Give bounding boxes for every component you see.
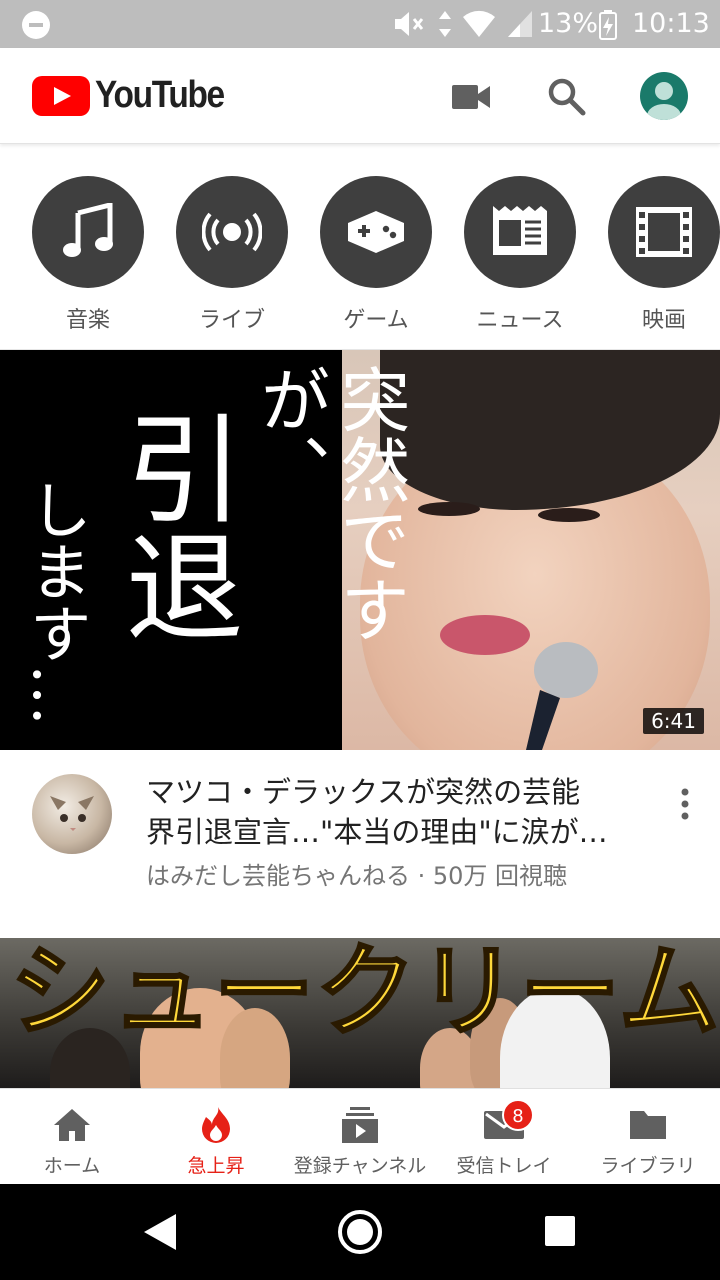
category-circle (608, 176, 720, 288)
category-music[interactable]: 音楽 (32, 176, 144, 334)
data-transfer-icon (439, 11, 451, 37)
microphone-image (526, 642, 598, 750)
system-navigation-bar (0, 1184, 720, 1280)
cell-signal-icon (508, 11, 532, 37)
live-broadcast-icon (202, 212, 262, 252)
status-bar: 13% 10:13 (0, 0, 720, 48)
logo-text: YouTube (95, 74, 225, 116)
thumbnail-caption: します… (19, 478, 92, 726)
video-title-line: マツコ・デラックスが突然の芸能 (146, 775, 581, 809)
video-duration: 6:41 (643, 708, 704, 734)
subscriptions-icon (342, 1107, 378, 1143)
thumbnail-caption: 突然ですが、 (249, 364, 411, 644)
app-bar: YouTube (0, 48, 720, 144)
nav-subscriptions[interactable]: 登録チャンネル (288, 1089, 432, 1185)
category-label: ライブ (198, 308, 265, 333)
trending-fire-icon (202, 1107, 230, 1143)
category-row: 音楽 ライブ ゲーム ニュース 映画 (0, 150, 720, 350)
thumbnail-lips (440, 615, 530, 655)
nav-inbox[interactable]: 8 受信トレイ (432, 1089, 576, 1185)
account-icon (647, 82, 681, 120)
video-thumbnail[interactable]: 突然ですが、 引退 します… 6:41 (0, 350, 720, 750)
search-icon[interactable] (546, 76, 588, 118)
thumbnail-caption: シュークリーム (9, 938, 720, 1050)
back-icon[interactable] (144, 1214, 176, 1250)
battery-percent: 13% (538, 8, 599, 39)
music-note-icon (63, 203, 113, 257)
category-circle (32, 176, 144, 288)
category-label: ゲーム (343, 308, 409, 333)
inbox-icon-wrap: 8 (484, 1099, 534, 1145)
category-label: 映画 (641, 308, 686, 333)
wifi-icon (463, 10, 495, 38)
recent-apps-icon[interactable] (545, 1216, 575, 1246)
home-icon (54, 1109, 90, 1141)
do-not-disturb-icon (22, 11, 50, 39)
nav-label: 受信トレイ (456, 1155, 552, 1177)
library-folder-icon (630, 1111, 666, 1139)
nav-library[interactable]: ライブラリ (576, 1089, 720, 1185)
gamepad-icon (348, 211, 404, 253)
cat-avatar-image (50, 796, 94, 831)
category-news[interactable]: ニュース (464, 176, 576, 334)
thumbnail-eye (418, 502, 480, 516)
category-gaming[interactable]: ゲーム (320, 176, 432, 334)
youtube-logo[interactable]: YouTube (32, 74, 241, 117)
nav-label: ライブラリ (600, 1155, 696, 1177)
nav-trending[interactable]: 急上昇 (144, 1089, 288, 1185)
thumbnail-eye (538, 508, 600, 522)
category-circle (464, 176, 576, 288)
battery-charging-icon (599, 10, 617, 40)
video-title[interactable]: マツコ・デラックスが突然の芸能 界引退宣言…"本当の理由"に涙が… (146, 772, 646, 852)
account-avatar[interactable] (640, 72, 688, 120)
nav-label: 急上昇 (187, 1155, 245, 1177)
video-thumbnail[interactable]: シュークリーム (0, 938, 720, 1088)
video-title-line: 界引退宣言…"本当の理由"に涙が… (146, 815, 608, 849)
inbox-badge: 8 (502, 1099, 534, 1131)
category-circle (176, 176, 288, 288)
nav-label: 登録チャンネル (293, 1155, 427, 1177)
newspaper-icon (493, 206, 547, 255)
youtube-play-icon (32, 75, 90, 116)
category-movies[interactable]: 映画 (608, 176, 720, 334)
thumbnail-caption: 引退 (105, 408, 243, 644)
video-meta: はみだし芸能ちゃんねる · 50万 回視聴 (146, 862, 568, 890)
film-icon (636, 207, 692, 257)
nav-home[interactable]: ホーム (0, 1089, 144, 1185)
more-options-icon[interactable] (670, 786, 700, 822)
mute-icon (395, 12, 424, 36)
home-circle-icon[interactable] (338, 1210, 382, 1254)
bottom-navigation: ホーム 急上昇 登録チャンネル 8 受信トレイ ライブラリ (0, 1088, 720, 1184)
category-label: ニュース (476, 308, 564, 333)
category-label: 音楽 (65, 308, 110, 333)
category-circle (320, 176, 432, 288)
category-live[interactable]: ライブ (176, 176, 288, 334)
video-info[interactable]: マツコ・デラックスが突然の芸能 界引退宣言…"本当の理由"に涙が… はみだし芸能… (0, 750, 720, 938)
status-icons (392, 8, 534, 40)
nav-label: ホーム (43, 1155, 101, 1177)
clock: 10:13 (632, 8, 710, 39)
video-camera-icon[interactable] (452, 82, 490, 112)
channel-avatar[interactable] (32, 774, 112, 854)
